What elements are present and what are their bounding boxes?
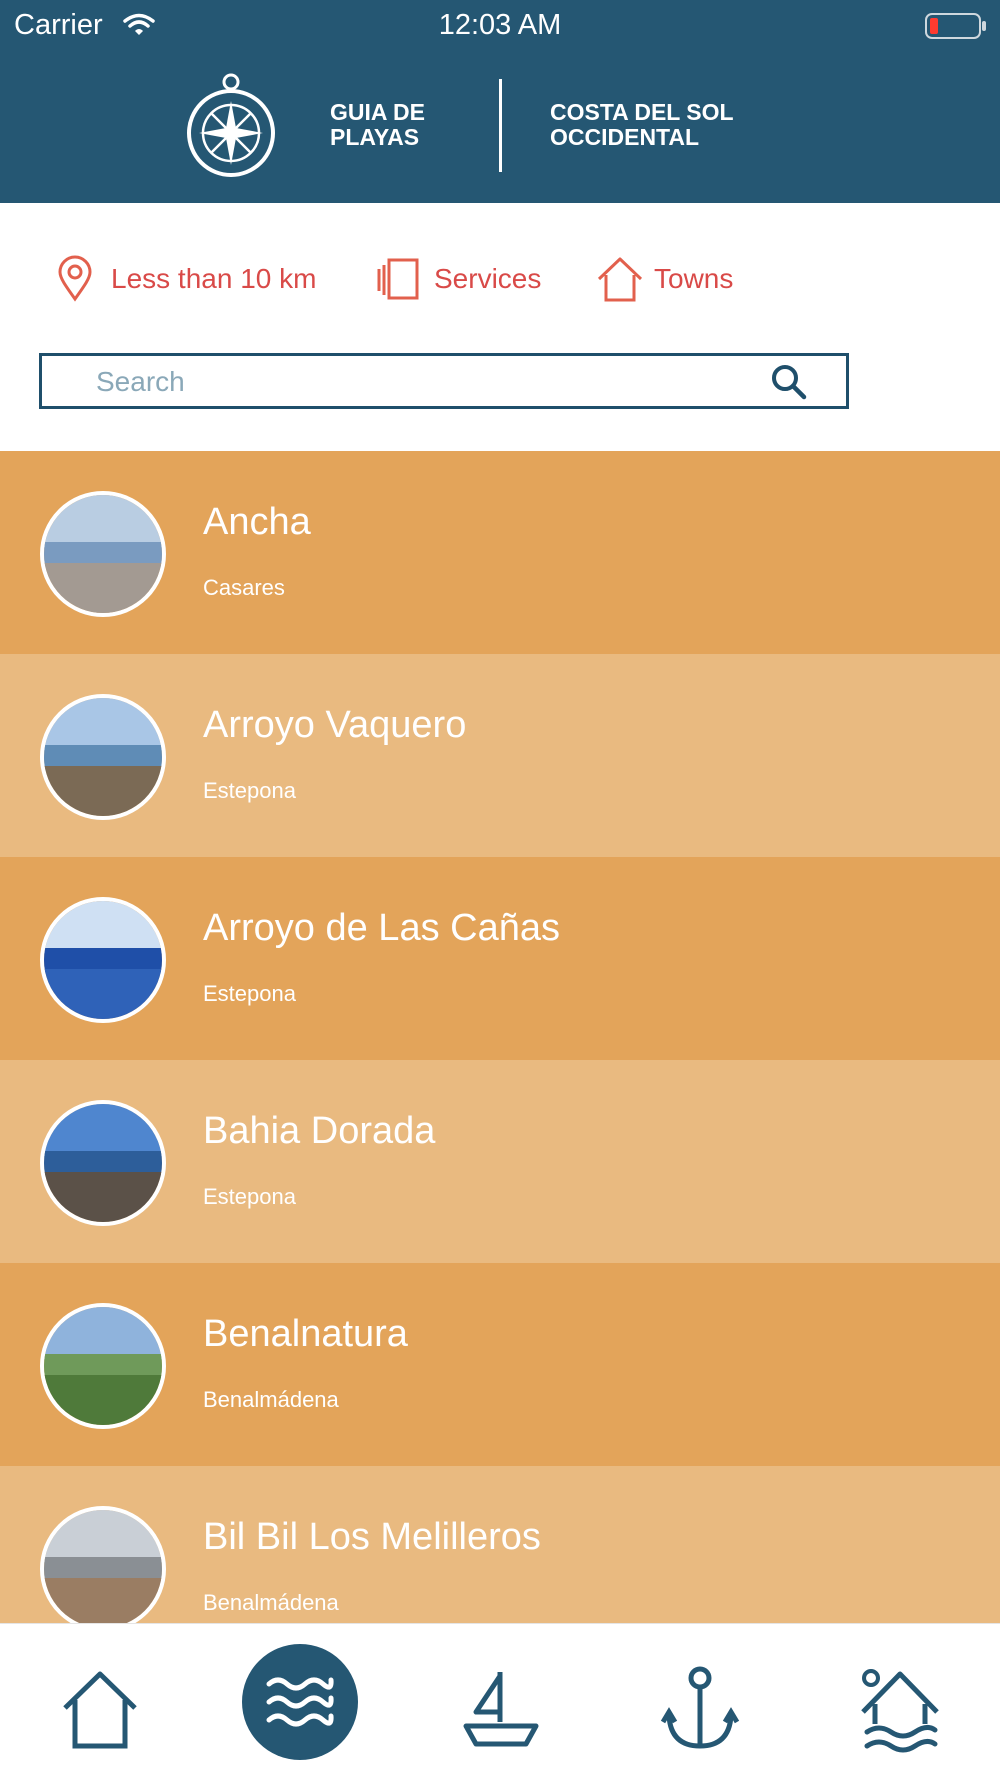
beach-town: Benalmádena: [203, 1387, 339, 1412]
brand-divider: [499, 79, 502, 172]
brand-region-title: COSTA DEL SOL OCCIDENTAL: [550, 99, 734, 150]
search-icon[interactable]: [769, 362, 809, 402]
house-icon: [597, 257, 643, 302]
beach-thumbnail: [40, 1506, 166, 1623]
brand-guide-title: GUIA DE PLAYAS: [330, 99, 425, 150]
search-box[interactable]: [39, 353, 849, 409]
tab-beach-services[interactable]: [855, 1664, 945, 1754]
beach-name: Ancha: [203, 501, 311, 543]
bottom-tab-bar: [0, 1623, 1000, 1779]
location-pin-icon: [58, 255, 92, 302]
beach-list: Ancha Casares Arroyo Vaquero Estepona Ar…: [0, 451, 1000, 1623]
beach-name: Benalnatura: [203, 1313, 408, 1355]
filter-bar: Less than 10 km Services Towns: [0, 203, 1000, 351]
beach-name: Arroyo Vaquero: [203, 704, 467, 746]
beach-thumbnail: [40, 491, 166, 617]
beach-house-icon: [861, 1669, 939, 1753]
filter-towns[interactable]: Towns: [596, 255, 756, 305]
anchor-icon: [660, 1666, 740, 1749]
filter-towns-label: Towns: [654, 263, 734, 294]
waves-icon: [266, 1677, 334, 1727]
home-icon: [63, 1671, 137, 1749]
battery-icon: [925, 13, 986, 39]
beach-row[interactable]: Bahia Dorada Estepona: [0, 1060, 1000, 1263]
beach-thumbnail: [40, 694, 166, 820]
beach-row[interactable]: Benalnatura Benalmádena: [0, 1263, 1000, 1466]
compass-logo-icon: [187, 73, 275, 177]
beach-name: Arroyo de Las Cañas: [203, 907, 560, 949]
app-header: Carrier 12:03 AM GUIA DE PLAYAS COSTA DE…: [0, 0, 1000, 203]
beach-thumbnail: [40, 1100, 166, 1226]
tab-beaches[interactable]: [242, 1644, 358, 1760]
clock: 12:03 AM: [438, 9, 562, 41]
status-bar: Carrier 12:03 AM: [0, 0, 1000, 52]
beach-thumbnail: [40, 897, 166, 1023]
beach-town: Estepona: [203, 778, 296, 803]
beach-name: Bahia Dorada: [203, 1110, 436, 1152]
cards-icon: [377, 258, 419, 300]
beach-town: Estepona: [203, 1184, 296, 1209]
beach-town: Estepona: [203, 981, 296, 1006]
sailboat-icon: [463, 1672, 539, 1747]
beach-row[interactable]: Arroyo de Las Cañas Estepona: [0, 857, 1000, 1060]
filter-services-label: Services: [434, 263, 542, 294]
search-input[interactable]: [94, 360, 778, 404]
tab-home[interactable]: [55, 1664, 145, 1754]
beach-row[interactable]: Arroyo Vaquero Estepona: [0, 654, 1000, 857]
beach-row[interactable]: Bil Bil Los Melilleros Benalmádena: [0, 1466, 1000, 1623]
tab-ports[interactable]: [655, 1664, 745, 1754]
beach-town: Benalmádena: [203, 1590, 339, 1615]
beach-name: Bil Bil Los Melilleros: [203, 1516, 541, 1558]
filter-services[interactable]: Services: [375, 255, 555, 305]
beach-row[interactable]: Ancha Casares: [0, 451, 1000, 654]
beach-thumbnail: [40, 1303, 166, 1429]
beach-town: Casares: [203, 575, 285, 600]
filter-distance[interactable]: Less than 10 km: [55, 255, 335, 305]
filter-distance-label: Less than 10 km: [111, 263, 317, 294]
tab-boating[interactable]: [456, 1664, 546, 1754]
